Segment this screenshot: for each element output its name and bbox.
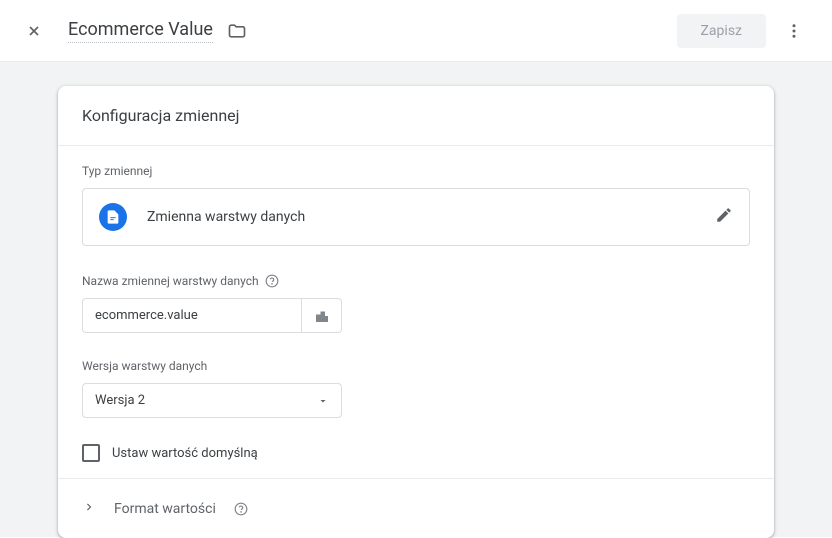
document-icon [99, 203, 127, 231]
card-title: Konfiguracja zmiennej [82, 106, 750, 125]
dropdown-arrow-icon [317, 395, 329, 407]
var-name-label: Nazwa zmiennej warstwy danych [82, 274, 750, 288]
header-bar: Ecommerce Value Zapisz [0, 0, 832, 62]
version-select[interactable]: Wersja 2 [82, 383, 342, 418]
var-name-row [82, 298, 750, 333]
format-label: Format wartości [114, 501, 216, 517]
help-icon[interactable] [234, 502, 248, 516]
config-card: Konfiguracja zmiennej Typ zmiennej Zmien… [58, 86, 774, 538]
default-value-label: Ustaw wartość domyślną [112, 446, 258, 461]
type-field-label: Typ zmiennej [82, 164, 750, 178]
variable-picker-button[interactable] [302, 298, 342, 333]
more-menu-button[interactable] [774, 11, 814, 51]
default-value-row: Ustaw wartość domyślną [82, 444, 750, 462]
edit-icon [715, 206, 733, 228]
help-icon[interactable] [265, 274, 279, 288]
close-icon [26, 23, 42, 39]
chevron-right-icon [82, 499, 96, 518]
variable-type-name: Zmienna warstwy danych [147, 209, 715, 225]
format-section-toggle[interactable]: Format wartości [58, 478, 774, 538]
building-block-icon [313, 307, 331, 325]
version-label: Wersja warstwy danych [82, 359, 750, 373]
card-header: Konfiguracja zmiennej [58, 86, 774, 146]
variable-type-selector[interactable]: Zmienna warstwy danych [82, 188, 750, 246]
page-title[interactable]: Ecommerce Value [68, 19, 213, 43]
default-value-checkbox[interactable] [82, 444, 100, 462]
folder-icon[interactable] [227, 21, 247, 41]
variable-name-input[interactable] [82, 298, 302, 333]
close-button[interactable] [22, 19, 46, 43]
more-vertical-icon [785, 22, 803, 40]
save-button[interactable]: Zapisz [677, 14, 766, 48]
card-body: Typ zmiennej Zmienna warstwy danych Nazw… [58, 146, 774, 478]
version-value: Wersja 2 [95, 393, 145, 408]
content-area: Konfiguracja zmiennej Typ zmiennej Zmien… [0, 62, 832, 537]
